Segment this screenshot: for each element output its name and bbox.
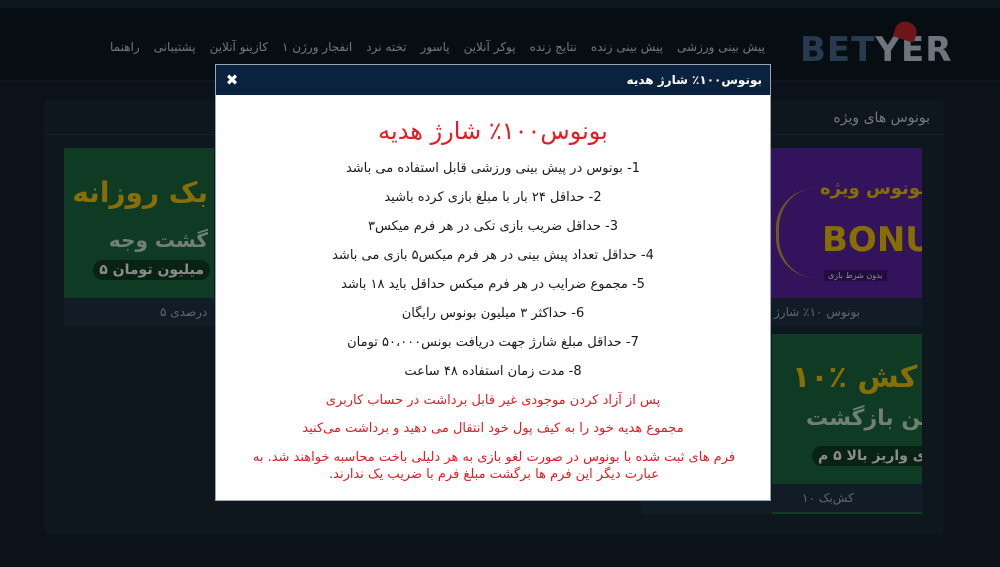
modal-body: بونوس۱۰۰٪ شارژ هدیه 1- بونوس در پیش بینی… [216,95,770,500]
modal-body-title: بونوس۱۰۰٪ شارژ هدیه [378,117,608,145]
note-item: پس از آزاد کردن موجودی غیر قابل برداشت د… [325,393,661,408]
rule-item: 7- حداقل مبلغ شارژ جهت دریافت بونس۵۰،۰۰۰… [347,335,639,350]
rule-item: 4- حداقل تعداد پیش بینی در هر فرم میکس۵ … [332,248,654,263]
modal-title: بونوس۱۰۰٪ شارژ هدیه [626,73,762,87]
note-item: فرم های ثبت شده با بونوس در صورت لغو باز… [252,450,736,482]
rule-item: 8- مدت زمان استفاده ۴۸ ساعت [404,364,582,379]
rule-item: 3- حداقل ضریب بازی تکی در هر فرم میکس۳ [368,219,618,234]
modal-header: بونوس۱۰۰٪ شارژ هدیه ✖ [216,65,770,95]
bonus-modal: بونوس۱۰۰٪ شارژ هدیه ✖ بونوس۱۰۰٪ شارژ هدی… [215,64,771,501]
rule-item: 2- حداقل ۲۴ بار با مبلغ بازی کرده باشید [384,190,602,205]
rule-item: 5- مجموع ضرایب در هر فرم میکس حداقل باید… [341,277,645,292]
close-icon[interactable]: ✖ [222,70,242,90]
rule-item: 1- بونوس در پیش بینی ورزشی قابل استفاده … [345,161,641,176]
rule-item: 6- حداکثر ۳ میلیون بونوس رایگان [401,306,585,321]
note-item: مجموع هدیه خود را به کیف پول خود انتقال … [302,421,684,436]
